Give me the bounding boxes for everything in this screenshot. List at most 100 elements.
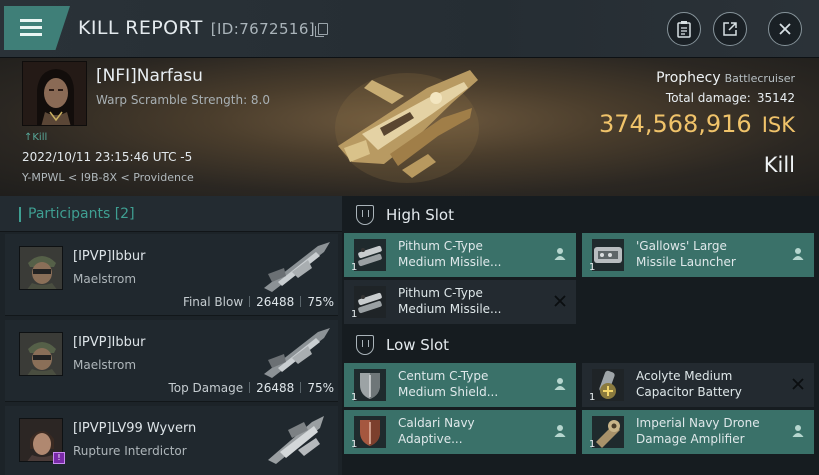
missile-launcher-icon xyxy=(354,239,386,271)
kill-location[interactable]: Y-MPWL < I9B-8X < Providence xyxy=(22,171,194,184)
participant-row[interactable]: [IPVP]Ibbur Maelstrom Top Damage 26488 75% xyxy=(5,320,338,402)
share-button[interactable] xyxy=(713,12,747,46)
title-text: KILL REPORT xyxy=(78,17,203,39)
module-item[interactable]: 1 Pithum C-Type Medium Missile... xyxy=(344,280,576,324)
destroyed-icon xyxy=(792,378,804,390)
total-damage-value: 35142 xyxy=(756,91,795,105)
participant-percent: 75% xyxy=(307,381,334,395)
victim-ship[interactable]: Prophecy Battlecruiser xyxy=(656,70,795,86)
ship-name: Prophecy xyxy=(656,70,721,86)
avatar-image xyxy=(20,333,62,375)
participant-name[interactable]: [IPVP]LV99 Wyvern xyxy=(73,421,196,436)
participant-row[interactable]: ! [IPVP]LV99 Wyvern Rupture Interdictor xyxy=(5,406,338,475)
participants-count: [2] xyxy=(114,206,135,222)
kill-result: Kill xyxy=(763,153,795,177)
avatar-image xyxy=(20,247,62,289)
participant-role: Top Damage xyxy=(168,381,244,395)
pilot-portrait-image xyxy=(23,62,86,125)
shield-module-icon xyxy=(354,416,386,448)
module-name: Acolyte Medium Capacitor Battery xyxy=(636,369,742,399)
corp-badge-icon: ! xyxy=(53,452,65,464)
module-name: Centum C-Type Medium Shield... xyxy=(398,369,499,399)
low-slot-label: Low Slot xyxy=(386,336,450,354)
shield-module-icon xyxy=(354,369,386,401)
person-icon xyxy=(554,378,566,390)
participant-ship-image xyxy=(264,328,330,378)
divider xyxy=(300,296,302,307)
person-icon xyxy=(792,248,804,260)
participant-name[interactable]: [IPVP]Ibbur xyxy=(73,335,145,350)
person-icon xyxy=(554,425,566,437)
participant-damage: 26488 xyxy=(256,295,295,309)
module-quantity: 1 xyxy=(589,439,596,450)
participant-ship-image xyxy=(268,416,324,464)
capacitor-battery-icon xyxy=(592,369,624,401)
close-icon xyxy=(779,23,791,35)
module-item[interactable]: 1 Centum C-Type Medium Shield... xyxy=(344,363,576,407)
low-slot-header[interactable]: Low Slot xyxy=(354,331,814,361)
participants-label: Participants [2] xyxy=(28,206,135,222)
person-icon xyxy=(554,248,566,260)
participant-avatar[interactable] xyxy=(19,332,63,376)
victim-portrait[interactable] xyxy=(22,61,87,126)
module-item[interactable]: 1 'Gallows' Large Missile Launcher xyxy=(582,233,814,277)
participant-ship-image xyxy=(264,242,330,292)
victim-ship-image[interactable] xyxy=(332,58,482,196)
module-name: Pithum C-Type Medium Missile... xyxy=(398,239,502,269)
participant-damage: 26488 xyxy=(256,381,295,395)
module-name: 'Gallows' Large Missile Launcher xyxy=(636,239,736,269)
clipboard-icon xyxy=(677,21,691,38)
participant-ship: Maelstrom xyxy=(73,358,137,372)
divider xyxy=(249,382,251,393)
module-item[interactable]: 1 Imperial Navy Drone Damage Amplifier xyxy=(582,410,814,454)
high-slot-icon xyxy=(356,205,374,225)
participants-panel: Participants [2] [IPVP]Ibbur Maelstrom F… xyxy=(0,196,342,475)
copy-icon[interactable] xyxy=(315,23,329,37)
module-name: Pithum C-Type Medium Missile... xyxy=(398,286,502,316)
warp-scramble-strength: Warp Scramble Strength: 8.0 xyxy=(96,93,271,107)
close-button[interactable] xyxy=(768,12,802,46)
module-quantity: 1 xyxy=(351,439,358,450)
header-accent xyxy=(19,207,21,222)
fitting-panel: High Slot 1 Pithum C-Type Medium Missile.… xyxy=(342,196,819,475)
ship-class: Battlecruiser xyxy=(724,72,795,85)
menu-button[interactable] xyxy=(4,6,70,50)
destroyed-icon xyxy=(554,295,566,307)
participant-name[interactable]: [IPVP]Ibbur xyxy=(73,249,145,264)
person-icon xyxy=(792,425,804,437)
module-item[interactable]: 1 Caldari Navy Adaptive... xyxy=(344,410,576,454)
kill-report-window: KILL REPORT [ID:7672516] [NFI]Narfasu Wa… xyxy=(0,0,819,475)
victim-banner: [NFI]Narfasu Warp Scramble Strength: 8.0… xyxy=(0,58,819,196)
participant-row[interactable]: [IPVP]Ibbur Maelstrom Final Blow 26488 75% xyxy=(5,234,338,316)
page-title: KILL REPORT [ID:7672516] xyxy=(78,17,329,39)
hamburger-icon xyxy=(20,26,42,29)
total-damage: Total damage: 35142 xyxy=(666,91,795,105)
module-name: Caldari Navy Adaptive... xyxy=(398,416,475,446)
high-slot-label: High Slot xyxy=(386,206,454,224)
drone-amplifier-icon xyxy=(592,416,624,448)
participants-header[interactable]: Participants [2] xyxy=(0,196,342,232)
module-quantity: 1 xyxy=(351,392,358,403)
hamburger-icon xyxy=(20,33,42,36)
participant-avatar[interactable] xyxy=(19,246,63,290)
total-damage-label: Total damage: xyxy=(665,91,751,105)
module-quantity: 1 xyxy=(351,309,358,320)
share-icon xyxy=(723,22,737,36)
high-slot-header[interactable]: High Slot xyxy=(354,201,814,231)
module-item[interactable]: 1 Acolyte Medium Capacitor Battery xyxy=(582,363,814,407)
clipboard-button[interactable] xyxy=(667,12,701,46)
isk-unit: ISK xyxy=(761,113,795,137)
missile-launcher-icon xyxy=(592,239,624,271)
module-item[interactable]: 1 Pithum C-Type Medium Missile... xyxy=(344,233,576,277)
missile-launcher-icon xyxy=(354,286,386,318)
participant-stats: Final Blow 26488 75% xyxy=(183,295,334,309)
module-name: Imperial Navy Drone Damage Amplifier xyxy=(636,416,760,446)
victim-name[interactable]: [NFI]Narfasu xyxy=(96,66,203,86)
participant-ship: Maelstrom xyxy=(73,272,137,286)
low-slot-icon xyxy=(356,335,374,355)
module-quantity: 1 xyxy=(351,262,358,273)
hamburger-icon xyxy=(20,19,42,22)
participant-ship: Rupture Interdictor xyxy=(73,444,187,458)
isk-value: 374,568,916 ISK xyxy=(599,110,795,138)
title-bar: KILL REPORT [ID:7672516] xyxy=(0,0,819,58)
